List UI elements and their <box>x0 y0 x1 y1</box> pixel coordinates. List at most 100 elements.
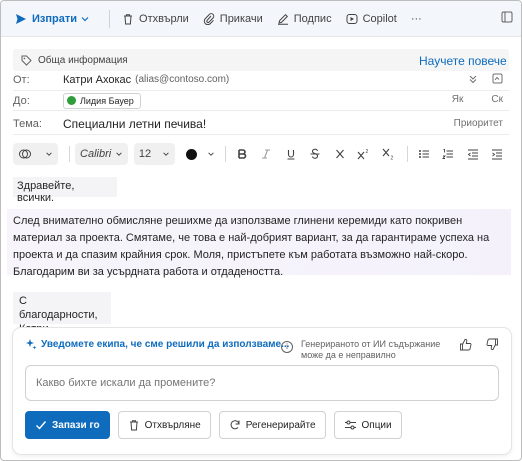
color-swatch-icon <box>186 148 198 160</box>
copilot-title: Уведомете екипа, че сме решили да използ… <box>41 338 290 350</box>
paint-icon <box>19 149 31 159</box>
discard-button[interactable]: Отхвърли <box>122 7 189 31</box>
regenerate-label: Регенерирайте <box>245 419 316 431</box>
styles-button[interactable] <box>13 143 59 165</box>
presence-icon <box>67 96 76 105</box>
paragraph-line: Благодарим ви за усърдната работа и отда… <box>13 266 284 278</box>
to-row: До: Лидия Бауер Як Ск <box>13 91 509 111</box>
bullets-button[interactable] <box>413 143 434 165</box>
learn-more-link[interactable]: Научете повече <box>419 54 511 68</box>
increase-indent-button[interactable] <box>487 143 508 165</box>
clear-format-button[interactable] <box>329 143 350 165</box>
discard-label: Отхвърли <box>139 12 189 25</box>
more-icon: ··· <box>410 12 422 25</box>
indent-icon <box>492 149 503 160</box>
cc-link[interactable]: Як <box>452 94 464 105</box>
format-divider <box>69 146 71 162</box>
italic-button[interactable] <box>256 143 277 165</box>
to-label: До: <box>13 94 30 107</box>
send-button[interactable]: Изпрати <box>15 7 95 31</box>
paragraph-line: проекта и да спазим крайния срок. Моля, … <box>13 249 468 261</box>
trash-icon <box>124 13 133 24</box>
from-name[interactable]: Катри Ахокас <box>63 74 131 86</box>
subscript-button[interactable]: 2 <box>378 143 399 165</box>
templates-icon[interactable] <box>492 73 503 84</box>
sensitivity-label: Обща информация <box>38 54 128 66</box>
superscript-icon: 2 <box>357 149 369 160</box>
font-color-dropdown[interactable] <box>206 143 218 165</box>
options-button[interactable]: Опции <box>333 411 402 439</box>
recipient-chip[interactable]: Лидия Бауер <box>63 92 141 109</box>
paperclip-icon <box>203 12 215 25</box>
more-options-button[interactable]: ··· <box>411 7 422 31</box>
format-divider <box>225 146 227 162</box>
copilot-actions: Запази го Отхвърляне Регенерирайте Опции <box>25 411 402 439</box>
chevron-down-icon <box>116 152 122 156</box>
paragraph-line: След внимателно обмисляне решихме да изп… <box>13 215 463 227</box>
subject-label: Тема: <box>13 117 42 130</box>
underline-button[interactable] <box>280 143 301 165</box>
copilot-panel: Уведомете екипа, че сме решили да използ… <box>13 328 511 454</box>
numbering-button[interactable] <box>438 143 459 165</box>
eraser-icon <box>335 149 344 159</box>
send-icon <box>16 13 26 24</box>
tag-icon <box>21 55 32 66</box>
priority-button[interactable]: Приоритет <box>454 118 503 129</box>
chevron-down-icon <box>163 152 169 156</box>
format-divider <box>407 146 409 162</box>
ai-disclaimer: i Генерираното от ИИ съдържание може да … <box>281 339 440 361</box>
attach-button[interactable]: Прикачи <box>203 7 263 31</box>
refine-prompt-input[interactable] <box>25 365 499 401</box>
generated-paragraph[interactable]: След внимателно обмисляне решихме да изп… <box>7 209 511 278</box>
thumbs-down-icon[interactable] <box>486 338 499 351</box>
copilot-button[interactable]: Copilot <box>346 7 397 31</box>
discard-draft-label: Отхвърляне <box>144 419 201 431</box>
bold-icon <box>238 149 247 159</box>
sparkle-icon <box>26 339 37 350</box>
chevron-down-icon[interactable] <box>80 14 90 24</box>
font-color-button[interactable] <box>181 143 202 165</box>
send-label: Изпрати <box>32 12 78 25</box>
sign-off: С благодарности, <box>19 295 98 321</box>
compose-window: Изпрати Отхвърли Прикачи Подпис Copilot … <box>0 0 522 461</box>
superscript-button[interactable]: 2 <box>353 143 374 165</box>
subject-field[interactable]: Специални летни печива! <box>63 117 206 131</box>
copilot-prompt-summary[interactable]: Уведомете екипа, че сме решили да използ… <box>25 338 289 350</box>
chevron-double-down-icon[interactable] <box>468 74 478 84</box>
bullet-list-icon <box>418 150 429 158</box>
paragraph-line: материал за проекта. Смятаме, че това е … <box>13 232 490 244</box>
keep-it-button[interactable]: Запази го <box>25 411 110 439</box>
font-size-select[interactable]: 12 <box>133 143 176 165</box>
bold-button[interactable] <box>231 143 252 165</box>
from-actions <box>468 73 503 84</box>
strikethrough-button[interactable] <box>305 143 326 165</box>
recipient-name: Лидия Бауер <box>80 95 134 106</box>
font-select[interactable]: Calibri <box>75 143 128 165</box>
copilot-label: Copilot <box>362 12 397 25</box>
signature-block[interactable]: С благодарности, Катри <box>13 292 111 335</box>
trash-icon <box>129 420 138 431</box>
compose-toolbar: Изпрати Отхвърли Прикачи Подпис Copilot … <box>1 1 521 37</box>
subject-row: Тема: Специални летни печива! Приоритет <box>13 113 509 135</box>
font-size: 12 <box>138 148 152 160</box>
sliders-icon <box>344 420 356 430</box>
subscript-icon: 2 <box>382 148 393 161</box>
popout-icon[interactable] <box>501 11 513 23</box>
outdent-icon <box>467 149 478 160</box>
discard-draft-button[interactable]: Отхвърляне <box>117 411 211 439</box>
strikethrough-icon <box>310 148 320 159</box>
refresh-icon <box>230 420 240 430</box>
svg-text:2: 2 <box>390 156 393 161</box>
signature-button[interactable]: Подпис <box>277 7 332 31</box>
cc-bcc-links: Як Ск <box>452 94 503 105</box>
numbered-list-icon <box>442 149 454 159</box>
from-row: От: Катри Ахокас (alias@contoso.com) <box>13 69 509 91</box>
greeting-text[interactable]: Здравейте, всички. <box>13 177 117 204</box>
decrease-indent-button[interactable] <box>462 143 483 165</box>
formatting-toolbar: Calibri 12 2 2 <box>13 141 511 167</box>
bcc-link[interactable]: Ск <box>491 94 503 105</box>
disclaimer-line: може да е неправилно <box>301 350 396 360</box>
attach-label: Прикачи <box>219 12 263 25</box>
regenerate-button[interactable]: Регенерирайте <box>218 411 326 439</box>
thumbs-up-icon[interactable] <box>459 338 472 351</box>
